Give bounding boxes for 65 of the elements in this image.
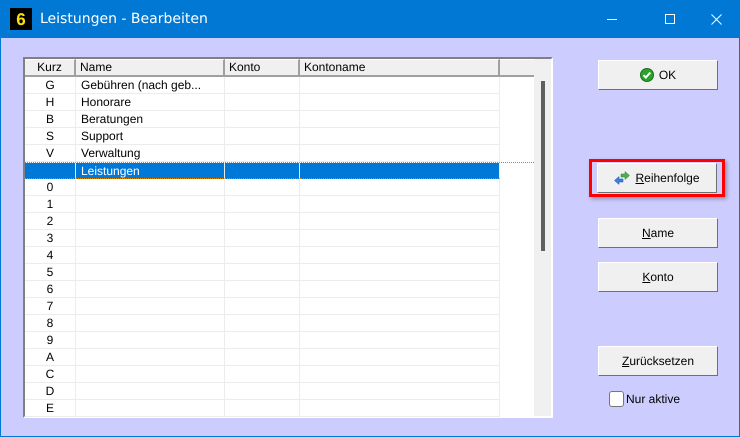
- table-cell: Honorare: [76, 94, 225, 111]
- action-button[interactable]: Konto: [598, 262, 718, 292]
- table-row[interactable]: 3: [25, 230, 534, 247]
- table-row[interactable]: 0: [25, 179, 534, 196]
- table-row[interactable]: 9: [25, 332, 534, 349]
- table-cell: S: [25, 128, 76, 145]
- table-row[interactable]: C: [25, 366, 534, 383]
- action-button[interactable]: Name: [598, 218, 718, 248]
- app-icon: 6: [10, 8, 32, 30]
- table-row[interactable]: S Support: [25, 128, 534, 145]
- table-cell: [25, 163, 76, 179]
- table-cell: C: [25, 366, 76, 383]
- table-cell: Leistungen: [76, 163, 225, 179]
- table-row[interactable]: 6: [25, 281, 534, 298]
- table-cell: 4: [25, 247, 76, 264]
- scrollbar[interactable]: [534, 59, 551, 416]
- table-row[interactable]: V Verwaltung: [25, 145, 534, 162]
- table-row[interactable]: E: [25, 400, 534, 417]
- window-title: Leistungen - Bearbeiten: [40, 11, 208, 27]
- table-cell: Beratungen: [76, 111, 225, 128]
- swap-arrows-icon: [614, 171, 630, 185]
- table-cell: D: [25, 383, 76, 400]
- table-row[interactable]: 8: [25, 315, 534, 332]
- table-row[interactable]: 1: [25, 196, 534, 213]
- scrollbar-thumb[interactable]: [541, 81, 545, 251]
- table-cell: 6: [25, 281, 76, 298]
- table-cell: B: [25, 111, 76, 128]
- action-button[interactable]: Zurücksetzen: [598, 346, 718, 376]
- table-cell: A: [25, 349, 76, 366]
- table-row[interactable]: 2: [25, 213, 534, 230]
- table-row[interactable]: Leistungen: [25, 162, 534, 179]
- column-header[interactable]: Kurz: [25, 59, 76, 77]
- table-row[interactable]: B Beratungen: [25, 111, 534, 128]
- checkbox-label: Nur aktive: [626, 392, 680, 406]
- order-button[interactable]: Reihenfolge: [597, 163, 717, 193]
- table-cell: 1: [25, 196, 76, 213]
- table-cell: H: [25, 94, 76, 111]
- table-cell: E: [25, 400, 76, 417]
- checkmark-icon: [640, 68, 654, 82]
- table-cell: 0: [25, 179, 76, 196]
- table-cell: Support: [76, 128, 225, 145]
- table-cell: Gebühren (nach geb...: [76, 77, 225, 94]
- column-header[interactable]: Kontoname: [300, 59, 500, 77]
- table-row[interactable]: 4: [25, 247, 534, 264]
- column-header[interactable]: Konto: [225, 59, 300, 77]
- table-cell: 3: [25, 230, 76, 247]
- table-row[interactable]: G Gebühren (nach geb...: [25, 77, 534, 94]
- table-cell: 7: [25, 298, 76, 315]
- table-row[interactable]: H Honorare: [25, 94, 534, 111]
- table-cell: V: [25, 145, 76, 162]
- table-row[interactable]: A: [25, 349, 534, 366]
- close-icon: [710, 14, 722, 24]
- table-row[interactable]: D: [25, 383, 534, 400]
- table-cell: G: [25, 77, 76, 94]
- ok-button[interactable]: OK: [598, 60, 718, 90]
- table-cell: 2: [25, 213, 76, 230]
- table-row[interactable]: 5: [25, 264, 534, 281]
- table-cell: 5: [25, 264, 76, 281]
- table-cell: Verwaltung: [76, 145, 225, 162]
- table-row[interactable]: 7: [25, 298, 534, 315]
- table-cell: 9: [25, 332, 76, 349]
- column-header[interactable]: Name: [76, 59, 225, 77]
- table-cell: 8: [25, 315, 76, 332]
- maximize-icon: [665, 14, 675, 24]
- checkbox[interactable]: [609, 391, 624, 407]
